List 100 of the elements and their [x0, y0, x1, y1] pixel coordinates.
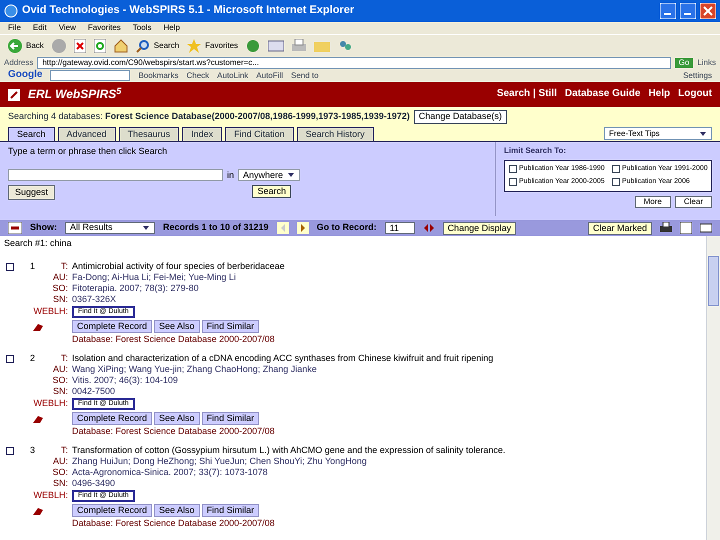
record-number: 1	[30, 261, 36, 272]
tab[interactable]: Search	[8, 127, 55, 141]
tips-dropdown[interactable]: Free-Text Tips	[604, 127, 712, 140]
tab[interactable]: Thesaurus	[118, 127, 180, 141]
home-icon[interactable]	[114, 38, 128, 52]
logo-icon[interactable]	[8, 88, 20, 100]
limit-title: Limit Search To:	[504, 146, 568, 156]
google-toolbar-button[interactable]: AutoLink	[217, 70, 248, 80]
links-label[interactable]: Links	[697, 58, 716, 68]
next-icon[interactable]	[296, 222, 309, 234]
google-toolbar-button[interactable]: Check	[186, 70, 210, 80]
go-arrows-icon[interactable]	[422, 222, 435, 234]
record-action-button[interactable]: See Also	[154, 504, 200, 518]
printer-icon[interactable]	[292, 38, 306, 52]
field-label: AU:	[52, 364, 69, 376]
previous-icon[interactable]	[276, 222, 289, 234]
search-submit-button[interactable]: Search	[252, 185, 291, 198]
settings-button[interactable]: Settings	[683, 70, 712, 80]
search-instruction: Type a term or phrase then click Search	[8, 146, 168, 158]
record-action-button[interactable]: See Also	[154, 412, 200, 426]
browser-icon[interactable]	[4, 4, 18, 18]
print-icon[interactable]	[660, 222, 672, 234]
show-dropdown[interactable]: All Results	[65, 222, 155, 234]
checkbox[interactable]	[612, 178, 620, 186]
menu-item[interactable]: Favorites	[88, 23, 121, 33]
record-action-button[interactable]: Find Similar	[202, 504, 260, 518]
go-button[interactable]: Go	[674, 58, 694, 68]
record-checkbox[interactable]	[6, 354, 14, 363]
field-value: Fitoterapia. 2007; 78(3): 279-80	[72, 283, 199, 294]
field-label: SN:	[52, 478, 69, 490]
field-value: Antimicrobial activity of four species of berberidaceae	[72, 261, 285, 272]
menu-item[interactable]: File	[8, 23, 21, 33]
header-link[interactable]: Help	[648, 88, 670, 101]
field-value: Wang XiPing; Wang Yue-jin; Zhang ChaoHong; Zhang Jianke	[72, 364, 317, 376]
field-value: Transformation of cotton (Gossypium hirsutum L.) with AhCMO gene and the expression of salinity tolerance.	[72, 445, 506, 456]
record-number: 2	[30, 353, 36, 364]
field-label: SO:	[51, 283, 69, 294]
record-action-button[interactable]: Find Similar	[202, 320, 260, 334]
field-label: SN:	[52, 386, 69, 398]
refresh-icon[interactable]	[94, 38, 106, 52]
field-value: Zhang HuiJun; Dong HeZhong; Shi YueJun; Chen ShouYi; Zhu YongHong	[72, 456, 367, 468]
record-action-button[interactable]: Find Similar	[202, 412, 260, 426]
field-label: SN:	[52, 294, 69, 306]
back-button[interactable]: Back	[8, 38, 44, 52]
record-action-button[interactable]: Complete Record	[72, 504, 152, 518]
change-database-button[interactable]: Change Database(s)	[414, 110, 507, 124]
header-link[interactable]: Database Guide	[564, 88, 640, 101]
field-value: 0367-326X	[72, 294, 116, 306]
clear-button[interactable]: Clear	[674, 196, 712, 208]
record-action-button[interactable]: See Also	[154, 320, 200, 334]
scrollbar-thumb[interactable]	[708, 256, 719, 306]
record-action-button[interactable]: Complete Record	[72, 412, 152, 426]
document-icon[interactable]	[32, 506, 44, 516]
checkbox[interactable]	[509, 165, 517, 174]
document-icon[interactable]	[32, 322, 44, 332]
field-value: Isolation and characterization of a cDNA encoding ACC synthases from Chinese kiwifruit and fruit ripening	[72, 353, 494, 364]
database-text: Database: Forest Science Database 2000-2007/08	[72, 518, 275, 530]
field-dropdown[interactable]: Anywhere	[238, 169, 300, 182]
caret-icon	[287, 171, 296, 180]
people-icon[interactable]	[338, 38, 352, 52]
checkbox[interactable]	[509, 178, 517, 186]
google-toolbar-button[interactable]: Send to	[290, 70, 319, 80]
tab[interactable]: Advanced	[58, 127, 116, 141]
tab[interactable]: Search History	[296, 127, 374, 141]
search-field[interactable]	[8, 169, 223, 182]
menu-item[interactable]: Help	[163, 23, 180, 33]
field-value: Acta-Agronomica-Sinica. 2007; 33(7): 1073-1078	[72, 467, 268, 478]
flag-icon[interactable]	[8, 222, 22, 234]
checkbox[interactable]	[612, 165, 620, 174]
search-title: Search #1: china	[4, 238, 73, 250]
menu-item[interactable]: Tools	[132, 23, 152, 33]
address-field[interactable]: http://gateway.ovid.com/C90/webspirs/start.ws?customer=c...	[37, 56, 671, 68]
record-checkbox[interactable]	[6, 262, 14, 271]
field-label: SO:	[51, 467, 69, 478]
menu-item[interactable]: View	[58, 23, 76, 33]
scrollbar[interactable]	[706, 236, 720, 540]
menu-item[interactable]: Edit	[32, 23, 47, 33]
header-link[interactable]: Search | Still	[496, 88, 557, 101]
header-link[interactable]: Logout	[678, 88, 712, 101]
stop-icon[interactable]	[74, 38, 86, 52]
google-toolbar-button[interactable]: AutoFill	[256, 70, 283, 80]
record-checkbox[interactable]	[6, 446, 14, 455]
document-icon[interactable]	[32, 414, 44, 424]
clear-marked-button[interactable]: Clear Marked	[588, 222, 652, 234]
record-action-button[interactable]: Complete Record	[72, 320, 152, 334]
minimize-icon[interactable]	[660, 3, 676, 19]
go-to-record-field[interactable]: 11	[384, 222, 415, 234]
suggest-button[interactable]: Suggest	[8, 185, 56, 200]
search-button[interactable]: Search	[136, 38, 180, 52]
more-button[interactable]: More	[634, 196, 671, 208]
field-label: T:	[60, 445, 69, 456]
record-number: 3	[30, 445, 36, 456]
tab[interactable]: Index	[182, 127, 222, 141]
favorites-button[interactable]: Favorites	[187, 38, 238, 52]
close-icon[interactable]	[700, 3, 716, 19]
tab[interactable]: Find Citation	[225, 127, 294, 141]
google-toolbar-button[interactable]: Bookmarks	[138, 70, 178, 80]
database-text: Database: Forest Science Database 2000-2007/08	[72, 426, 275, 438]
google-search-field[interactable]	[50, 70, 130, 81]
change-display-button[interactable]: Change Display	[442, 222, 516, 234]
